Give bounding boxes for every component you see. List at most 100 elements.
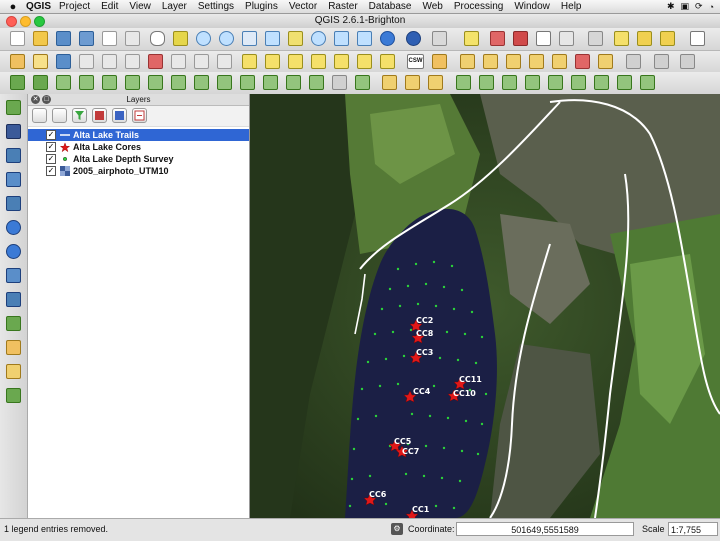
delete-selected-icon[interactable]	[148, 54, 163, 69]
expand-all-icon[interactable]	[92, 108, 107, 123]
new-project-icon[interactable]	[10, 31, 25, 46]
current-edits-icon[interactable]	[10, 54, 25, 69]
layer-row-cores[interactable]: ✓ Alta Lake Cores	[28, 141, 249, 153]
simplify-feature-icon[interactable]	[79, 75, 94, 90]
digitize-i-icon[interactable]	[571, 75, 586, 90]
merge-features-icon[interactable]	[309, 75, 324, 90]
plugin-b-icon[interactable]	[483, 54, 498, 69]
offset-curve-icon[interactable]	[240, 75, 255, 90]
plugin-d-icon[interactable]	[529, 54, 544, 69]
menu-raster[interactable]: Raster	[328, 1, 357, 12]
layer-row-trails[interactable]: ✓ Alta Lake Trails	[28, 129, 249, 141]
menu-plugins[interactable]: Plugins	[245, 1, 278, 12]
zoom-out-icon[interactable]	[219, 31, 234, 46]
zoom-actual-size-icon[interactable]	[242, 31, 257, 46]
digitize-l-icon[interactable]	[640, 75, 655, 90]
plugin-a-icon[interactable]	[460, 54, 475, 69]
menu-edit[interactable]: Edit	[101, 1, 118, 12]
layer-row-airphoto[interactable]: ✓ 2005_airphoto_UTM10	[28, 165, 249, 177]
show-hide-labels-icon[interactable]	[380, 54, 395, 69]
identify-icon[interactable]	[406, 31, 421, 46]
digitize-g-icon[interactable]	[525, 75, 540, 90]
select-by-expression-icon[interactable]	[513, 31, 528, 46]
merge-attributes-icon[interactable]	[332, 75, 347, 90]
add-layer-extra-icon[interactable]	[6, 388, 21, 403]
add-postgis-layer-icon[interactable]	[6, 148, 21, 163]
digitize-j-icon[interactable]	[594, 75, 609, 90]
menu-web[interactable]: Web	[422, 1, 442, 12]
map-tips-icon[interactable]	[614, 31, 629, 46]
rotate-feature-icon[interactable]	[56, 75, 71, 90]
add-ring-icon[interactable]	[102, 75, 117, 90]
layer-row-depth-survey[interactable]: ✓ Alta Lake Depth Survey	[28, 153, 249, 165]
field-calculator-icon[interactable]	[559, 31, 574, 46]
select-features-icon[interactable]	[464, 31, 479, 46]
zoom-to-layer-icon[interactable]	[311, 31, 326, 46]
digitize-d-icon[interactable]	[456, 75, 471, 90]
open-layer-styling-icon[interactable]	[32, 108, 47, 123]
node-tool-icon[interactable]	[125, 54, 140, 69]
add-spatialite-layer-icon[interactable]	[6, 172, 21, 187]
gps-icon[interactable]	[626, 54, 641, 69]
deselect-icon[interactable]	[490, 31, 505, 46]
undo-icon[interactable]	[10, 75, 25, 90]
layer-visibility-checkbox[interactable]: ✓	[46, 154, 56, 164]
menu-database[interactable]: Database	[369, 1, 412, 12]
save-as-icon[interactable]	[79, 31, 94, 46]
digitize-b-icon[interactable]	[405, 75, 420, 90]
add-wcs-layer-icon[interactable]	[6, 244, 21, 259]
digitize-e-icon[interactable]	[479, 75, 494, 90]
close-panel-icon[interactable]: ✕	[31, 95, 40, 104]
collapse-all-icon[interactable]	[112, 108, 127, 123]
add-part-icon[interactable]	[125, 75, 140, 90]
rotate-point-symbols-icon[interactable]	[355, 75, 370, 90]
layer-visibility-checkbox[interactable]: ✓	[46, 142, 56, 152]
python-console-icon[interactable]	[432, 54, 447, 69]
reshape-icon[interactable]	[217, 75, 232, 90]
menu-project[interactable]: Project	[59, 1, 90, 12]
digitize-a-icon[interactable]	[382, 75, 397, 90]
delete-ring-icon[interactable]	[171, 75, 186, 90]
text-annotation-icon[interactable]	[690, 31, 705, 46]
save-layer-edits-icon[interactable]	[56, 54, 71, 69]
rotate-label-icon[interactable]	[334, 54, 349, 69]
new-bookmark-icon[interactable]	[637, 31, 652, 46]
minimize-window-icon[interactable]	[20, 16, 31, 27]
digitize-f-icon[interactable]	[502, 75, 517, 90]
plugin-g-icon[interactable]	[598, 54, 613, 69]
plugin-f-icon[interactable]	[575, 54, 590, 69]
zoom-next-icon[interactable]	[357, 31, 372, 46]
zoom-window-icon[interactable]	[34, 16, 45, 27]
new-shapefile-icon[interactable]	[6, 316, 21, 331]
display-icon[interactable]: ▣	[681, 1, 690, 12]
menu-settings[interactable]: Settings	[198, 1, 234, 12]
filter-legend-icon[interactable]	[72, 108, 87, 123]
menu-processing[interactable]: Processing	[454, 1, 503, 12]
attribute-table-icon[interactable]	[536, 31, 551, 46]
pan-hand-icon[interactable]	[150, 31, 165, 46]
add-wms-layer-icon[interactable]	[6, 220, 21, 235]
map-canvas[interactable]: CC2 CC8 CC3 CC4 CC11 CC10 CC5 CC7 CC6 CC…	[250, 94, 720, 518]
open-project-icon[interactable]	[33, 31, 48, 46]
menu-window[interactable]: Window	[514, 1, 550, 12]
float-panel-icon[interactable]: □	[42, 95, 51, 104]
move-label-icon[interactable]	[311, 54, 326, 69]
app-menu[interactable]: QGIS	[26, 1, 51, 12]
grid-icon[interactable]	[654, 54, 669, 69]
csw-button[interactable]: CSW	[407, 54, 424, 69]
redo-icon[interactable]	[33, 75, 48, 90]
close-window-icon[interactable]	[6, 16, 17, 27]
menu-vector[interactable]: Vector	[289, 1, 317, 12]
render-toggle-icon[interactable]: ⚙	[391, 523, 403, 535]
plugin-c-icon[interactable]	[506, 54, 521, 69]
refresh-icon[interactable]	[380, 31, 395, 46]
cut-features-icon[interactable]	[171, 54, 186, 69]
add-mssql-layer-icon[interactable]	[6, 196, 21, 211]
menu-help[interactable]: Help	[561, 1, 582, 12]
save-project-icon[interactable]	[56, 31, 71, 46]
split-parts-icon[interactable]	[286, 75, 301, 90]
split-features-icon[interactable]	[263, 75, 278, 90]
fill-ring-icon[interactable]	[148, 75, 163, 90]
bluetooth-icon[interactable]: ✱	[667, 1, 675, 12]
zoom-to-selection-icon[interactable]	[288, 31, 303, 46]
